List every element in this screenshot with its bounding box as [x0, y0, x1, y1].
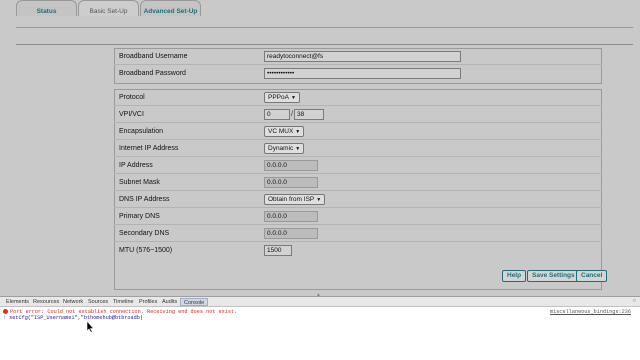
internet-ip-select[interactable]: Dynamic ▼ [264, 143, 305, 154]
subnet-mask-row: Subnet Mask [114, 175, 602, 191]
primary-dns-label: Primary DNS [119, 213, 160, 220]
tab-basic-setup-label: Basic Set-Up [89, 8, 128, 15]
dns-ip-label: DNS IP Address [119, 196, 170, 203]
protocol-row: Protocol PPPoA ▼ [114, 90, 602, 106]
close-icon[interactable]: ○ [632, 298, 636, 304]
vci-input[interactable] [293, 109, 324, 120]
mtu-row: MTU (576~1500) [114, 243, 602, 259]
devtools-tab-timeline[interactable]: Timeline [113, 298, 134, 306]
password-row: Broadband Password [114, 66, 602, 82]
devtools-panel: Elements Resources Network Sources Timel… [0, 296, 640, 360]
mtu-label: MTU (576~1500) [119, 247, 173, 254]
tab-divider [16, 44, 633, 45]
tab-status-label: Status [36, 8, 57, 15]
internet-ip-row: Internet IP Address Dynamic ▼ [114, 141, 602, 157]
ip-address-label: IP Address [119, 162, 153, 169]
password-label: Broadband Password [119, 70, 186, 77]
devtools-tab-audits[interactable]: Audits [162, 298, 177, 306]
chevron-down-icon: ▼ [316, 197, 322, 203]
subnet-mask-label: Subnet Mask [119, 179, 160, 186]
dns-ip-row: DNS IP Address Obtain from ISP ▼ [114, 192, 602, 208]
router-page: E E Status Basic Set-Up Advanced Set-Up … [0, 0, 640, 298]
primary-dns-row: Primary DNS [114, 209, 602, 225]
devtools-tab-network[interactable]: Network [63, 298, 83, 306]
console-input-line[interactable]: › setCfg("ISP_Username1","bthomehub@btbro… [3, 314, 637, 322]
mtu-input[interactable] [264, 245, 292, 256]
chevron-right-icon: › [3, 315, 7, 321]
chevron-down-icon: ▼ [290, 95, 296, 101]
secondary-dns-label: Secondary DNS [119, 230, 170, 237]
vpi-vci-label: VPI/VCI [119, 111, 144, 118]
vpi-input[interactable] [264, 109, 290, 120]
save-settings-button[interactable]: Save Settings [527, 270, 580, 282]
subnet-mask-input[interactable] [264, 177, 318, 188]
primary-dns-input[interactable] [264, 211, 318, 222]
devtools-tab-elements[interactable]: Elements [6, 298, 29, 306]
header-divider [16, 27, 633, 28]
tab-advanced-setup[interactable]: Advanced Set-Up [140, 0, 201, 16]
ip-address-input[interactable] [264, 160, 318, 171]
devtools-tab-resources[interactable]: Resources [33, 298, 59, 306]
chevron-down-icon: ▼ [295, 129, 301, 135]
protocol-select[interactable]: PPPoA ▼ [264, 92, 300, 103]
dns-ip-select[interactable]: Obtain from ISP ▼ [264, 194, 326, 205]
internet-ip-value: Dynamic [268, 145, 294, 152]
username-input[interactable] [264, 51, 461, 62]
devtools-tab-console[interactable]: Console [180, 298, 209, 306]
vpi-vci-row: VPI/VCI / [114, 107, 602, 123]
username-row: Broadband Username [114, 49, 602, 65]
encapsulation-label: Encapsulation [119, 128, 163, 135]
devtools-tabbar: Elements Resources Network Sources Timel… [0, 297, 640, 307]
dns-ip-value: Obtain from ISP [268, 196, 315, 203]
tab-status[interactable]: Status [16, 0, 77, 16]
tab-basic-setup[interactable]: Basic Set-Up [78, 0, 139, 16]
cancel-button[interactable]: Cancel [576, 270, 608, 282]
devtools-tab-profiles[interactable]: Profiles [139, 298, 157, 306]
encapsulation-select[interactable]: VC MUX ▼ [264, 126, 305, 137]
chevron-down-icon: ▼ [295, 146, 301, 152]
mouse-cursor-icon [86, 321, 94, 333]
protocol-label: Protocol [119, 94, 145, 101]
help-button[interactable]: Help [502, 270, 527, 282]
devtools-tab-sources[interactable]: Sources [88, 298, 108, 306]
username-label: Broadband Username [119, 53, 188, 60]
internet-ip-label: Internet IP Address [119, 145, 179, 152]
secondary-dns-input[interactable] [264, 228, 318, 239]
secondary-dns-row: Secondary DNS [114, 226, 602, 242]
encapsulation-row: Encapsulation VC MUX ▼ [114, 124, 602, 140]
tab-advanced-setup-label: Advanced Set-Up [143, 8, 198, 15]
protocol-value: PPPoA [268, 94, 289, 101]
console-input-text: setCfg("ISP_Username1","bthomehub@btbroa… [9, 315, 140, 321]
password-input[interactable] [264, 68, 461, 79]
encapsulation-value: VC MUX [268, 128, 294, 135]
ip-address-row: IP Address [114, 158, 602, 174]
